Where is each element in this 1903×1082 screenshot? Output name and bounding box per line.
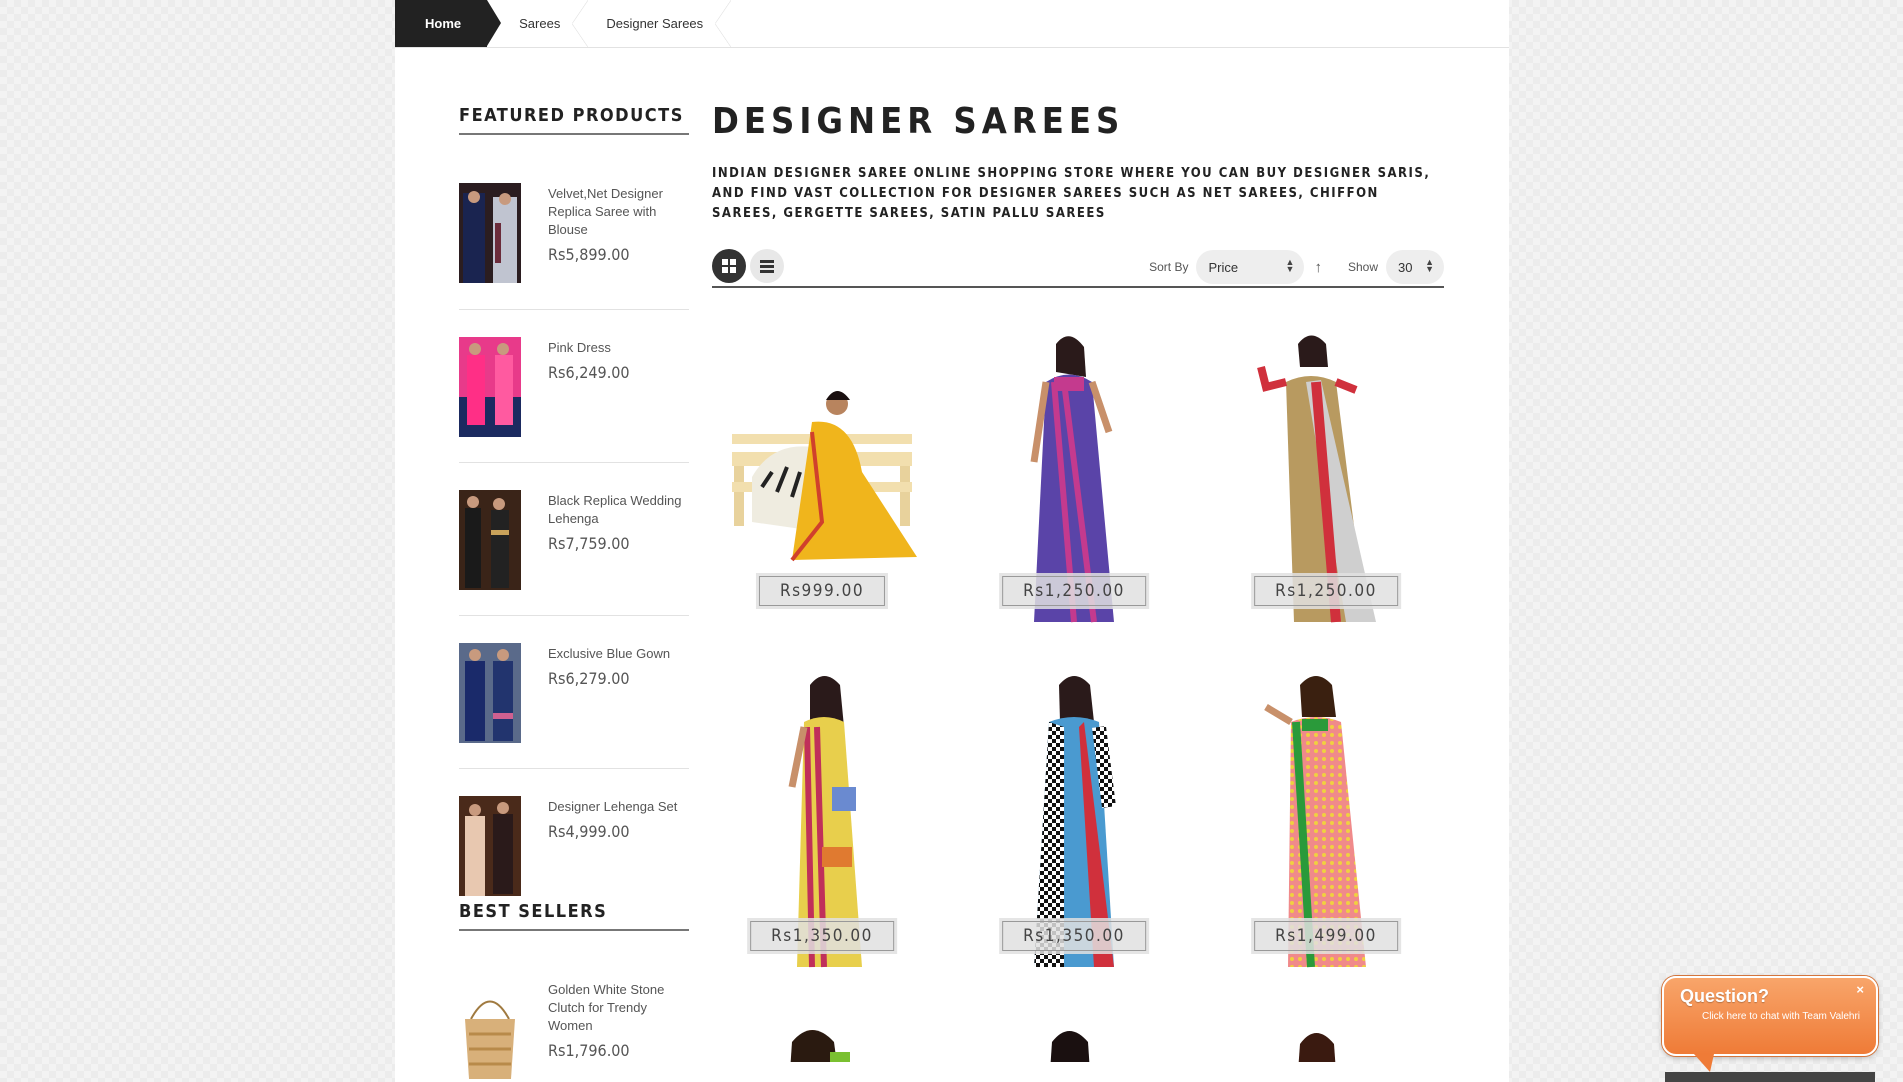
product-name[interactable]: Designer Lehenga Set bbox=[548, 798, 677, 816]
product-price: Rs1,796.00 bbox=[548, 1041, 630, 1060]
product-price: Rs6,249.00 bbox=[548, 363, 630, 382]
chat-title: Question? bbox=[1680, 986, 1769, 1006]
product-card[interactable]: Rs1,350.00 bbox=[964, 667, 1184, 972]
toolbar-controls: Sort By Price ▲ ▼ ↑ Show 30 ▲ ▼ bbox=[1149, 250, 1444, 284]
product-price: Rs5,899.00 bbox=[548, 245, 630, 264]
breadcrumb: Home Sarees Designer Sarees bbox=[395, 0, 1509, 48]
product-price: Rs999.00 bbox=[758, 576, 886, 606]
product-price: Rs6,279.00 bbox=[548, 669, 630, 688]
main-content: DESIGNER SAREES INDIAN DESIGNER SAREE ON… bbox=[712, 100, 1444, 1062]
price-tag: Rs1,250.00 bbox=[999, 573, 1149, 609]
product-card[interactable]: Rs1,250.00 bbox=[964, 322, 1184, 627]
product-card[interactable]: Rs1,350.00 bbox=[712, 667, 932, 972]
product-name[interactable]: Pink Dress bbox=[548, 339, 630, 357]
product-grid: Rs999.00 Rs1,250.00 Rs1,250.00 Rs1,350.0… bbox=[712, 322, 1444, 1062]
chevron-updown-icon: ▲ ▼ bbox=[1285, 257, 1295, 274]
chat-widget[interactable]: Question? Click here to chat with Team V… bbox=[1662, 976, 1878, 1072]
product-image[interactable] bbox=[964, 1012, 1184, 1062]
list-icon bbox=[760, 259, 774, 273]
product-price: Rs1,350.00 bbox=[1002, 921, 1146, 951]
featured-product[interactable]: Pink Dress Rs6,249.00 bbox=[459, 310, 689, 463]
featured-product[interactable]: Exclusive Blue Gown Rs6,279.00 bbox=[459, 616, 689, 769]
featured-product[interactable]: Velvet,Net Designer Replica Saree with B… bbox=[459, 135, 689, 310]
bestseller-product[interactable]: Golden White Stone Clutch for Trendy Wom… bbox=[459, 931, 689, 1082]
chat-subtitle: Click here to chat with Team Valehri bbox=[1702, 1011, 1861, 1022]
product-name[interactable]: Exclusive Blue Gown bbox=[548, 645, 670, 663]
page-container: Home Sarees Designer Sarees FEATURED PRO… bbox=[395, 0, 1509, 1082]
show-label: Show bbox=[1347, 260, 1378, 274]
sort-by-select[interactable]: Price ▲ ▼ bbox=[1196, 250, 1305, 284]
product-card[interactable]: Rs999.00 bbox=[712, 322, 932, 627]
best-sellers-title: BEST SELLERS bbox=[459, 901, 689, 931]
featured-product[interactable]: Black Replica Wedding Lehenga Rs7,759.00 bbox=[459, 463, 689, 616]
breadcrumb-current: Designer Sarees bbox=[580, 0, 731, 47]
product-name[interactable]: Velvet,Net Designer Replica Saree with B… bbox=[548, 185, 689, 239]
sort-by-label: Sort By bbox=[1149, 260, 1189, 274]
product-card[interactable]: Rs1,250.00 bbox=[1216, 322, 1436, 627]
price-tag: Rs1,250.00 bbox=[1251, 573, 1401, 609]
product-image[interactable] bbox=[712, 1012, 932, 1062]
product-price: Rs4,999.00 bbox=[548, 822, 630, 841]
breadcrumb-home[interactable]: Home bbox=[395, 0, 502, 47]
toolbar: Sort By Price ▲ ▼ ↑ Show 30 ▲ ▼ bbox=[712, 246, 1444, 288]
product-thumbnail[interactable] bbox=[459, 796, 521, 896]
featured-product[interactable]: Designer Lehenga Set Rs4,999.00 bbox=[459, 769, 689, 909]
product-card[interactable] bbox=[964, 1012, 1184, 1062]
product-thumbnail[interactable] bbox=[459, 183, 521, 283]
page-title: DESIGNER SAREES bbox=[712, 101, 1125, 142]
product-thumbnail[interactable] bbox=[459, 490, 521, 590]
product-card[interactable] bbox=[1216, 1012, 1436, 1062]
product-price: Rs7,759.00 bbox=[548, 534, 630, 553]
product-card[interactable] bbox=[712, 1012, 932, 1062]
grid-icon bbox=[722, 259, 736, 273]
sort-direction-icon[interactable]: ↑ bbox=[1314, 259, 1322, 276]
product-price: Rs1,250.00 bbox=[1254, 576, 1398, 606]
price-tag: Rs1,350.00 bbox=[747, 918, 897, 954]
product-name[interactable]: Golden White Stone Clutch for Trendy Wom… bbox=[548, 981, 689, 1035]
breadcrumb-sarees[interactable]: Sarees bbox=[487, 0, 589, 47]
sidebar: FEATURED PRODUCTS Velvet,Net Designer Re… bbox=[459, 105, 689, 1082]
product-card[interactable]: Rs1,499.00 bbox=[1216, 667, 1436, 972]
category-description: INDIAN DESIGNER SAREE ONLINE SHOPPING ST… bbox=[712, 166, 1431, 221]
product-name[interactable]: Black Replica Wedding Lehenga bbox=[548, 492, 689, 528]
show-select[interactable]: 30 ▲ ▼ bbox=[1386, 250, 1444, 284]
list-view-button[interactable] bbox=[750, 249, 784, 283]
sort-by-value: Price bbox=[1208, 259, 1239, 275]
show-value: 30 bbox=[1398, 259, 1413, 275]
chevron-updown-icon: ▲ ▼ bbox=[1425, 257, 1434, 274]
product-thumbnail[interactable] bbox=[459, 979, 521, 1079]
price-tag: Rs999.00 bbox=[755, 573, 889, 609]
featured-products-title: FEATURED PRODUCTS bbox=[459, 105, 689, 135]
chat-bar[interactable] bbox=[1665, 1072, 1875, 1082]
product-thumbnail[interactable] bbox=[459, 337, 521, 437]
product-thumbnail[interactable] bbox=[459, 643, 521, 743]
product-price: Rs1,350.00 bbox=[750, 921, 894, 951]
product-price: Rs1,250.00 bbox=[1002, 576, 1146, 606]
product-price: Rs1,499.00 bbox=[1254, 921, 1398, 951]
close-icon[interactable]: × bbox=[1856, 982, 1864, 997]
price-tag: Rs1,499.00 bbox=[1251, 918, 1401, 954]
product-image[interactable] bbox=[1216, 1012, 1436, 1062]
price-tag: Rs1,350.00 bbox=[999, 918, 1149, 954]
grid-view-button[interactable] bbox=[712, 249, 746, 283]
